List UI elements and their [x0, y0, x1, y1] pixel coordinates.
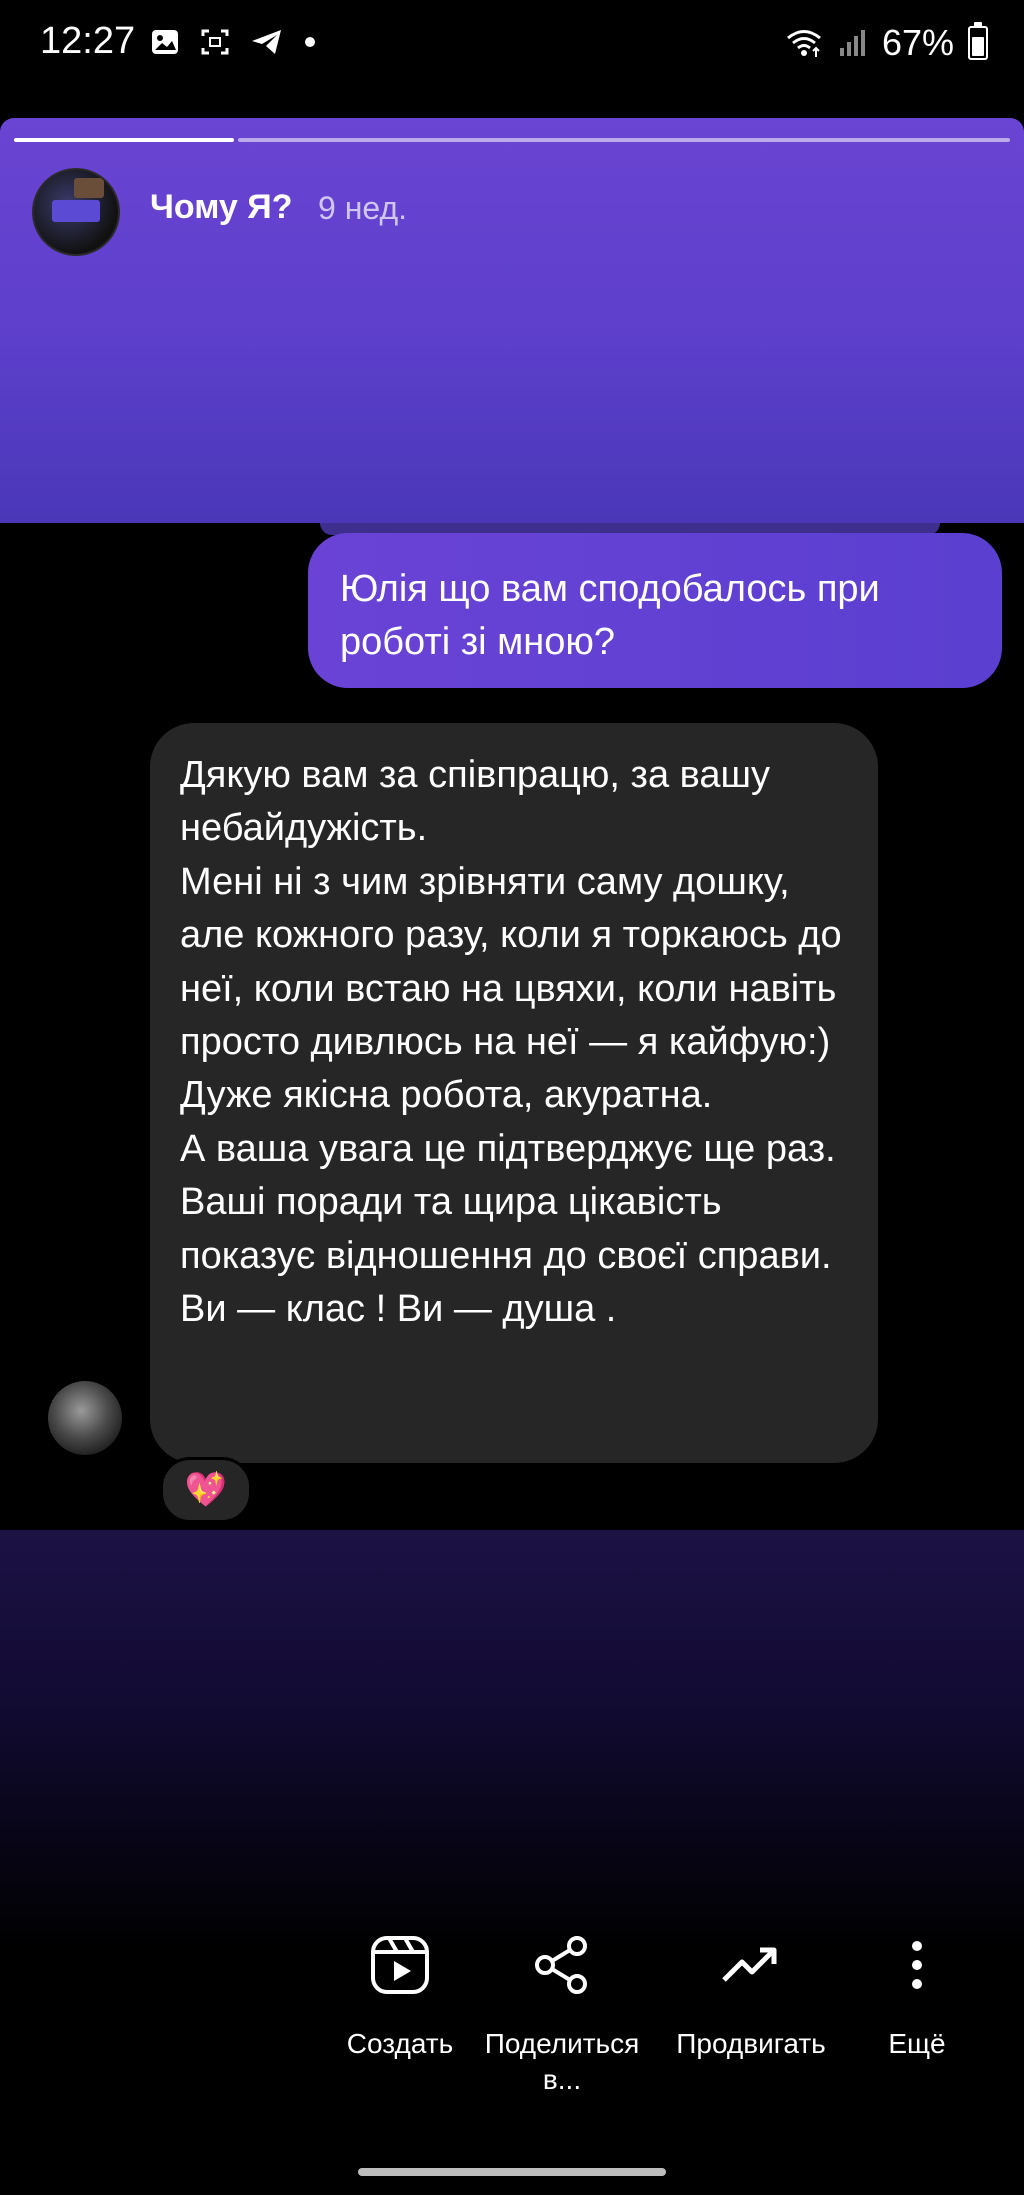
trending-icon	[716, 1930, 786, 2000]
share-button[interactable]: Поделиться в...	[476, 1930, 648, 2098]
image-icon	[152, 30, 178, 54]
story-header[interactable]: Чому Я? 9 нед.	[0, 118, 1024, 523]
share-label: Поделиться в...	[484, 2028, 640, 2095]
reaction-heart-icon: 💖	[160, 1457, 252, 1523]
battery-icon	[968, 22, 988, 60]
home-indicator[interactable]	[358, 2168, 666, 2176]
story-author-avatar[interactable]	[32, 168, 120, 256]
wifi-icon	[786, 30, 821, 57]
progress-segment	[14, 138, 235, 142]
dot-icon	[305, 37, 315, 47]
create-button[interactable]: Создать	[340, 1930, 460, 2062]
more-label: Ещё	[888, 2028, 946, 2059]
story-time-ago: 9 нед.	[318, 190, 408, 226]
status-bar: 12:27 67%	[0, 0, 1024, 90]
more-button[interactable]: Ещё	[872, 1930, 962, 2062]
promote-button[interactable]: Продвигать	[666, 1930, 836, 2062]
story-author-name[interactable]: Чому Я?	[150, 188, 292, 227]
status-time: 12:27	[40, 20, 136, 62]
received-message-bubble: Дякую вам за співпрацю, за вашу небайдуж…	[150, 723, 878, 1463]
signal-icon	[839, 30, 865, 56]
bottom-gradient	[0, 1530, 1024, 1950]
promote-label: Продвигать	[676, 2028, 826, 2059]
action-bar: Создать Поделиться в... Продвигать Ещё	[0, 1930, 1024, 2130]
avatar-thumbnail	[52, 200, 100, 222]
avatar-thumbnail-photo	[74, 178, 104, 198]
battery-percent: 67%	[881, 22, 954, 63]
telegram-icon	[252, 30, 281, 54]
chat-area: Юлія що вам сподобалось при роботі зі мн…	[0, 523, 1024, 1530]
reels-icon	[365, 1930, 435, 2000]
sent-message-bubble: Юлія що вам сподобалось при роботі зі мн…	[308, 533, 1002, 688]
status-icons-right: 67%	[784, 22, 988, 64]
create-label: Создать	[346, 2028, 454, 2059]
story-progress	[14, 138, 1010, 143]
share-icon	[527, 1930, 597, 2000]
status-icons-left	[150, 28, 316, 56]
screenshot-icon	[201, 29, 229, 55]
progress-segment	[238, 138, 1010, 142]
sender-avatar	[48, 1381, 122, 1455]
more-icon	[882, 1930, 952, 2000]
